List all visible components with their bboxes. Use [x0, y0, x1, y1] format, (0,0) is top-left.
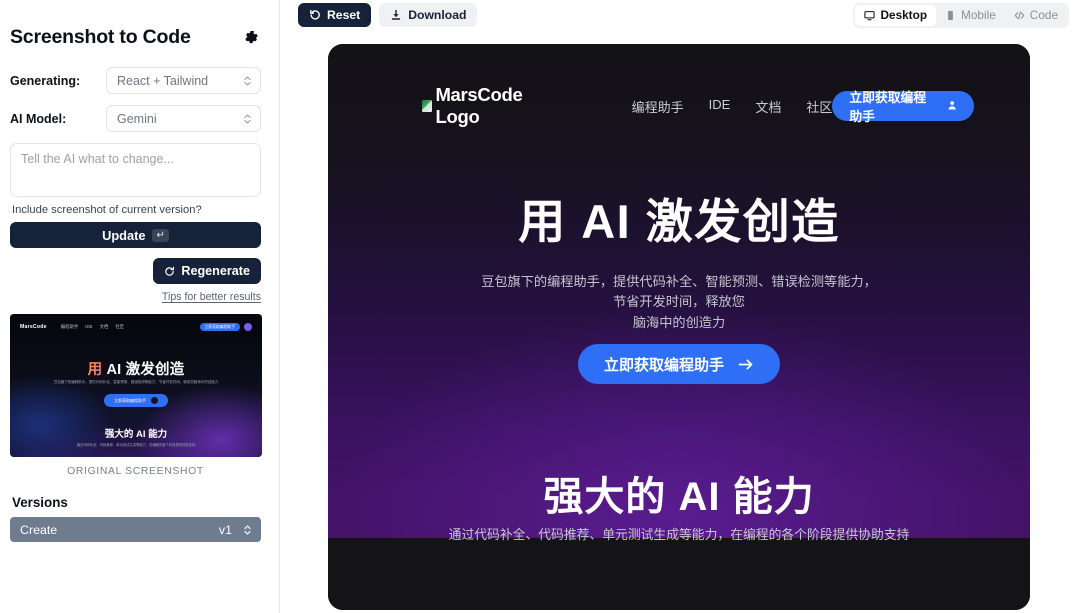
sidebar: Screenshot to Code Generating: React + T… — [0, 0, 280, 613]
preview-canvas[interactable]: MarsCode Logo 编程助手 IDE 文档 社区 立即获取编程助手 用 … — [328, 44, 1030, 610]
avatar — [244, 323, 252, 331]
tab-desktop-label: Desktop — [880, 8, 928, 22]
header-cta-button[interactable]: 立即获取编程助手 — [832, 90, 974, 124]
thumbnail-link: IDE — [85, 324, 93, 329]
thumbnail-nav: MarsCode 编程助手 IDE 文档 社区 立即获取编程助手 — [10, 321, 262, 333]
brand: MarsCode Logo — [422, 84, 554, 128]
chevron-updown-icon — [243, 112, 252, 126]
toolbar: Reset Download Desktop Mobile Code — [280, 0, 1080, 30]
gear-icon[interactable] — [243, 30, 259, 46]
broken-image-icon — [422, 100, 433, 112]
person-icon — [947, 100, 957, 112]
nav-link-assistant[interactable]: 编程助手 — [632, 97, 684, 116]
thumbnail-heading: 用 AI 激发创造 — [10, 358, 262, 379]
arrow-right-icon — [738, 358, 754, 371]
download-button-label: Download — [408, 8, 467, 22]
thumbnail-heading-rest: AI 激发创造 — [102, 362, 185, 378]
thumbnail-link: 社区 — [115, 324, 125, 329]
versions-title: Versions — [12, 495, 68, 510]
thumbnail-subtitle-2: 通过代码补全、代码推荐、单元测试生成等能力，在编程的各个阶段提供协助支持 — [76, 443, 196, 447]
tab-mobile-label: Mobile — [961, 8, 996, 22]
download-icon — [390, 9, 402, 21]
thumbnail-link: 文档 — [99, 324, 109, 329]
thumbnail-image: MarsCode 编程助手 IDE 文档 社区 立即获取编程助手 用 AI 激发… — [10, 314, 262, 457]
preview-nav-links: 编程助手 IDE 文档 社区 — [632, 97, 833, 116]
hero-heading: 用 AI 激发创造 — [518, 195, 840, 248]
generating-value: React + Tailwind — [117, 73, 209, 88]
undo-icon — [309, 9, 321, 21]
chevron-updown-icon — [243, 523, 252, 537]
thumbnail-heading-accent: 用 — [87, 362, 103, 378]
tab-code-label: Code — [1029, 8, 1058, 22]
thumbnail-button-label: 立即获取编程助手 — [114, 397, 146, 403]
thumbnail-logo: MarsCode — [20, 324, 47, 330]
download-button[interactable]: Download — [379, 3, 478, 27]
thumbnail-button: 立即获取编程助手 — [104, 394, 168, 407]
generating-field-row: Generating: React + Tailwind — [10, 67, 261, 94]
section2-heading: 强大的 AI 能力 — [543, 475, 815, 519]
nav-link-docs[interactable]: 文档 — [755, 97, 781, 116]
preview-navbar: MarsCode Logo 编程助手 IDE 文档 社区 立即获取编程助手 — [328, 84, 1030, 128]
tab-desktop[interactable]: Desktop — [855, 4, 937, 26]
section2-subtitle: 通过代码补全、代码推荐、单元测试生成等能力，在编程的各个阶段提供协助支持 — [448, 527, 910, 542]
regenerate-row: Regenerate — [10, 258, 261, 284]
model-field-row: AI Model: Gemini — [10, 105, 261, 132]
hero-subtitle: 豆包旗下的编程助手，提供代码补全、智能预测、错误检测等能力，节省开发时间，释放您… — [478, 272, 880, 333]
view-mode-switcher: Desktop Mobile Code — [853, 2, 1069, 28]
regenerate-button-label: Regenerate — [181, 264, 250, 278]
update-button[interactable]: Update ↵ — [10, 222, 261, 248]
version-name: Create — [20, 522, 58, 537]
tips-link[interactable]: Tips for better results — [162, 291, 261, 303]
thumbnail-heading-2: 强大的 AI 能力 — [104, 429, 168, 440]
reset-button[interactable]: Reset — [298, 3, 372, 27]
version-number: v1 — [218, 522, 232, 537]
reset-button-label: Reset — [327, 8, 361, 22]
tab-code[interactable]: Code — [1005, 5, 1067, 26]
arrow-right-icon — [151, 397, 158, 404]
original-screenshot-thumbnail[interactable]: MarsCode 编程助手 IDE 文档 社区 立即获取编程助手 用 AI 激发… — [10, 314, 262, 477]
sidebar-header: Screenshot to Code — [10, 26, 261, 49]
thumbnail-caption: ORIGINAL SCREENSHOT — [67, 466, 204, 477]
generating-select[interactable]: React + Tailwind — [106, 67, 261, 94]
tab-mobile[interactable]: Mobile — [936, 5, 1005, 26]
code-icon — [1014, 10, 1025, 21]
tips-row: Tips for better results — [10, 291, 261, 303]
update-button-label: Update — [102, 227, 146, 243]
hero-subtitle-line2: 脑海中的创造力 — [632, 314, 726, 330]
app-root: Screenshot to Code Generating: React + T… — [0, 0, 1080, 613]
include-screenshot-label: Include screenshot of current version? — [12, 204, 202, 216]
thumbnail-links: 编程助手 IDE 文档 社区 — [61, 324, 125, 330]
thumbnail-subtitle: 豆包旗下的编程助手，提供代码补全、智能预测、错误检测等能力，节省开发时间，释放您… — [53, 380, 219, 384]
hero-subtitle-line1: 豆包旗下的编程助手，提供代码补全、智能预测、错误检测等能力，节省开发时间，释放您 — [481, 274, 877, 310]
page-title: Screenshot to Code — [10, 26, 191, 48]
main-panel: Reset Download Desktop Mobile Code MarsC… — [280, 0, 1080, 613]
nav-link-community[interactable]: 社区 — [806, 97, 832, 116]
hero-cta-label: 立即获取编程助手 — [603, 356, 725, 374]
hero-cta-button[interactable]: 立即获取编程助手 — [577, 344, 781, 384]
preview-footer — [328, 538, 1030, 610]
thumbnail-link: 编程助手 — [60, 324, 79, 329]
monitor-icon — [864, 10, 876, 21]
chevron-updown-icon — [243, 74, 252, 88]
regenerate-button[interactable]: Regenerate — [153, 258, 261, 284]
phone-icon — [945, 10, 956, 21]
instruction-input[interactable]: Tell the AI what to change... — [10, 143, 261, 197]
generating-label: Generating: — [10, 73, 81, 88]
model-label: AI Model: — [10, 111, 67, 126]
enter-key-hint: ↵ — [152, 228, 169, 242]
brand-text: MarsCode Logo — [435, 84, 523, 127]
model-select[interactable]: Gemini — [106, 105, 261, 132]
thumbnail-cta: 立即获取编程助手 — [199, 323, 240, 331]
model-value: Gemini — [117, 111, 157, 126]
header-cta-label: 立即获取编程助手 — [849, 90, 927, 124]
refresh-icon — [164, 266, 175, 277]
version-item-create[interactable]: Create v1 — [10, 517, 261, 542]
instruction-area: Tell the AI what to change... — [10, 143, 261, 197]
nav-link-ide[interactable]: IDE — [709, 97, 731, 116]
